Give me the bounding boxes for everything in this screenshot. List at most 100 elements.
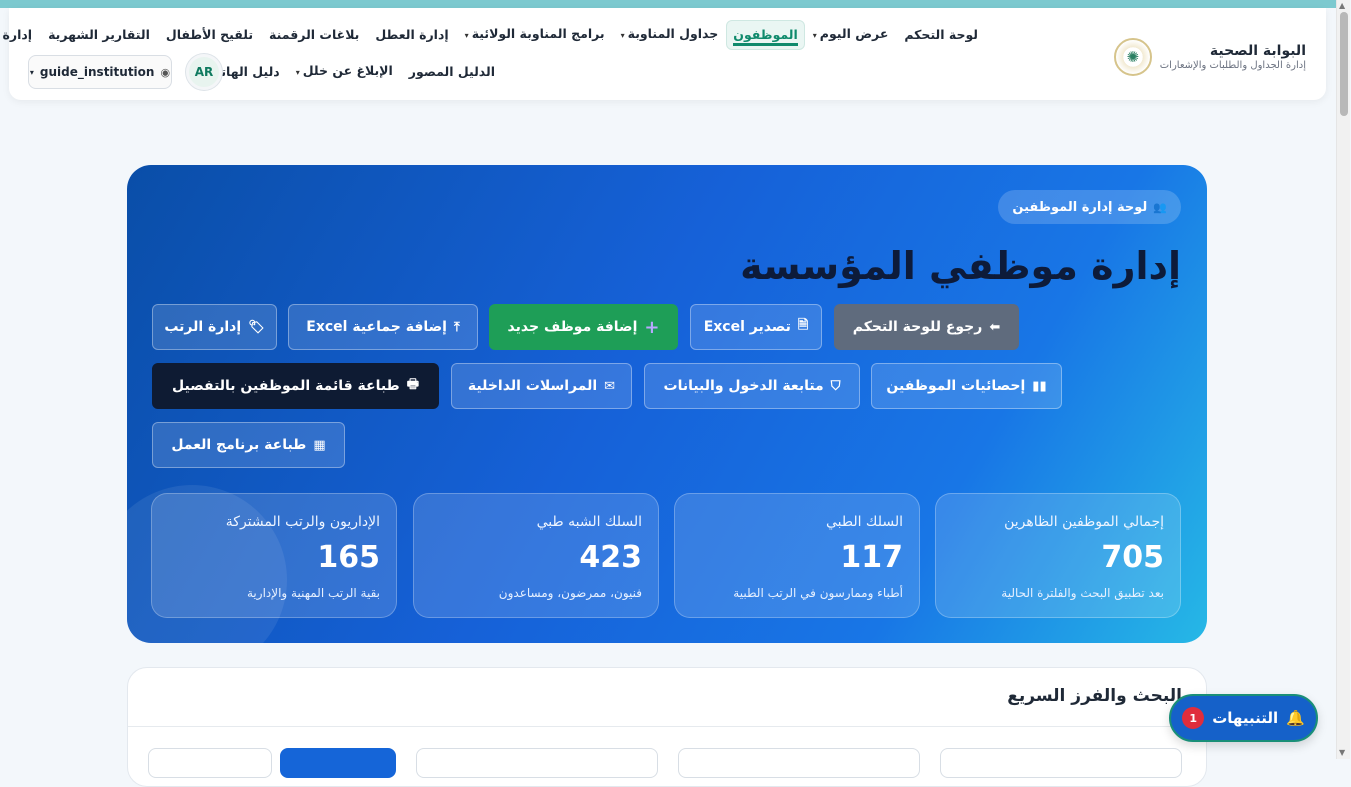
nav-item-label: الإبلاغ عن خلل	[303, 63, 394, 78]
stats-button-label: إحصائيات الموظفين	[887, 378, 1027, 394]
print-employee-list-button[interactable]: 🖶 طباعة قائمة الموظفين بالتفصيل	[153, 363, 440, 409]
employee-stats-button[interactable]: ▮▮ إحصائيات الموظفين	[872, 363, 1063, 409]
nav-main-item[interactable]: تلقيح الأطفال	[159, 20, 262, 50]
hero-badge: 👥 لوحة إدارة الموظفين	[999, 190, 1182, 224]
stat-title: السلك الشبه طبي	[537, 514, 643, 530]
user-menu-button[interactable]: ▾ guide_institution ◉	[29, 55, 173, 89]
nav-main-item[interactable]: عرض اليوم▾	[806, 19, 898, 51]
bell-icon: 🔔	[1287, 709, 1306, 727]
top-navbar: البوابة الصحية إدارة الجداول والطلبات وا…	[0, 8, 1327, 100]
language-switch[interactable]: AR	[187, 54, 223, 90]
chevron-down-icon: ▾	[621, 31, 626, 40]
users-icon: 👥	[1154, 200, 1168, 214]
back-arrow-icon: ⬅	[990, 319, 1002, 335]
top-accent-stripe	[0, 0, 1351, 8]
add-employee-button[interactable]: + إضافة موظف جديد	[490, 304, 679, 350]
filter-field[interactable]	[679, 748, 921, 778]
nav-row-secondary: الدليل المصور الإبلاغ عن خلل▾ دليل الهاتف	[199, 58, 504, 86]
nav-item-label: الدليل المصور	[409, 64, 496, 79]
stat-value: 165	[318, 540, 381, 575]
nav-item-label: جداول المناوبة	[628, 26, 720, 41]
print-work-program-button[interactable]: ▦ طباعة برنامج العمل	[153, 422, 346, 468]
nav-item-label: إدارة التبديلات	[0, 27, 34, 42]
printer-icon: 🖶	[407, 377, 421, 392]
plus-icon: +	[645, 316, 661, 338]
stat-value: 705	[1102, 540, 1165, 575]
login-tracking-button[interactable]: ⛉ متابعة الدخول والبيانات	[645, 363, 861, 409]
nav-main-item[interactable]: لوحة التحكم	[897, 20, 987, 50]
nav-item-label: عرض اليوم	[820, 26, 890, 41]
scroll-down-icon[interactable]: ▼	[1340, 748, 1346, 758]
nav-item-label: الموظفون	[734, 27, 799, 46]
divider	[129, 726, 1207, 727]
stat-card-medical: السلك الطبي 117 أطباء وممارسون في الرتب …	[675, 493, 921, 618]
export-excel-button[interactable]: 🗎 تصدير Excel	[691, 304, 823, 350]
stat-subtitle: بقية الرتب المهنية والإدارية	[248, 586, 381, 600]
brand-text: البوابة الصحية إدارة الجداول والطلبات وا…	[1161, 42, 1307, 72]
calendar-icon: ▦	[314, 437, 327, 453]
stat-title: السلك الطبي	[826, 514, 904, 530]
scroll-up-icon[interactable]: ▲	[1340, 1, 1346, 11]
stat-value: 117	[841, 540, 904, 575]
user-circle-icon: ◉	[161, 65, 172, 79]
reset-button[interactable]	[149, 748, 273, 778]
stat-title: إجمالي الموظفين الظاهرين	[1005, 514, 1165, 530]
hero-badge-label: لوحة إدارة الموظفين	[1013, 199, 1149, 215]
brand-logo-icon: ✺	[1114, 38, 1153, 76]
notifications-button[interactable]: 🔔 التنبيهات 1	[1170, 694, 1319, 742]
nav-main-item[interactable]: بلاغات الرقمنة	[262, 20, 368, 50]
internal-mail-button[interactable]: ✉ المراسلات الداخلية	[452, 363, 633, 409]
nav-main-item[interactable]: إدارة العطل	[368, 20, 457, 50]
mail-button-label: المراسلات الداخلية	[468, 378, 599, 394]
username: guide_institution	[40, 65, 156, 79]
chevron-down-icon: ▾	[30, 67, 35, 77]
nav-secondary-item[interactable]: الإبلاغ عن خلل▾	[289, 56, 402, 88]
nav-item-label: لوحة التحكم	[905, 27, 979, 42]
grades-button-label: إدارة الرتب	[165, 319, 243, 335]
page-title: إدارة موظفي المؤسسة	[741, 244, 1182, 288]
nav-row-main: لوحة التحكم عرض اليوم▾ الموظفون جداول المنا…	[0, 20, 987, 50]
stat-card-total: إجمالي الموظفين الظاهرين 705 بعد تطبيق ا…	[936, 493, 1182, 618]
nav-secondary-item[interactable]: الدليل المصور	[402, 57, 504, 87]
stat-value: 423	[580, 540, 643, 575]
manage-grades-button[interactable]: 🏷 إدارة الرتب	[153, 304, 278, 350]
nav-main-item[interactable]: الموظفون	[727, 20, 806, 50]
stat-subtitle: فنيون، ممرضون، ومساعدون	[499, 586, 643, 600]
scrollbar-thumb[interactable]	[1341, 12, 1349, 116]
quick-search-panel: البحث والفرز السريع	[128, 667, 1208, 787]
page-scrollbar[interactable]: ▲ ▼	[1337, 0, 1351, 759]
nav-main-item[interactable]: التقارير الشهرية	[41, 20, 159, 50]
file-icon: 🗎	[798, 318, 810, 333]
chevron-down-icon: ▾	[296, 68, 301, 77]
back-button-label: رجوع للوحة التحكم	[853, 319, 984, 335]
nav-main-item[interactable]: برامج المناوبة الولائية▾	[458, 19, 614, 51]
notifications-label: التنبيهات	[1213, 709, 1280, 727]
brand-subtitle: إدارة الجداول والطلبات والإشعارات	[1160, 60, 1307, 71]
nav-item-label: إدارة العطل	[376, 27, 450, 42]
nav-item-label: التقارير الشهرية	[49, 27, 151, 42]
brand-title: البوابة الصحية	[1210, 43, 1307, 59]
tag-icon: 🏷	[249, 319, 266, 335]
print-program-button-label: طباعة برنامج العمل	[172, 437, 308, 453]
search-submit-button[interactable]	[281, 748, 397, 778]
stat-subtitle: بعد تطبيق البحث والفلترة الحالية	[1002, 586, 1165, 600]
stat-subtitle: أطباء وممارسون في الرتب الطبية	[734, 586, 904, 600]
export-button-label: تصدير Excel	[704, 319, 792, 335]
nav-main-item[interactable]: إدارة التبديلات	[0, 20, 41, 50]
back-to-dashboard-button[interactable]: ⬅ رجوع للوحة التحكم	[835, 304, 1020, 350]
nav-main-item[interactable]: جداول المناوبة▾	[614, 19, 728, 51]
employees-hero-panel: 👥 لوحة إدارة الموظفين إدارة موظفي المؤسس…	[128, 165, 1208, 643]
add-button-label: إضافة موظف جديد	[508, 319, 639, 335]
search-panel-title: البحث والفرز السريع	[1008, 686, 1183, 706]
filter-field[interactable]	[417, 748, 659, 778]
bulk-add-excel-button[interactable]: ⤒ إضافة جماعية Excel	[289, 304, 479, 350]
brand[interactable]: البوابة الصحية إدارة الجداول والطلبات وا…	[1114, 38, 1307, 76]
tracking-button-label: متابعة الدخول والبيانات	[664, 378, 825, 394]
search-field[interactable]	[941, 748, 1183, 778]
envelope-icon: ✉	[605, 378, 617, 394]
chevron-down-icon: ▾	[465, 31, 470, 40]
nav-item-label: بلاغات الرقمنة	[270, 27, 361, 42]
nav-item-label: تلقيح الأطفال	[166, 27, 255, 42]
upload-icon: ⤒	[454, 319, 461, 335]
stat-card-paramedical: السلك الشبه طبي 423 فنيون، ممرضون، ومساع…	[414, 493, 660, 618]
